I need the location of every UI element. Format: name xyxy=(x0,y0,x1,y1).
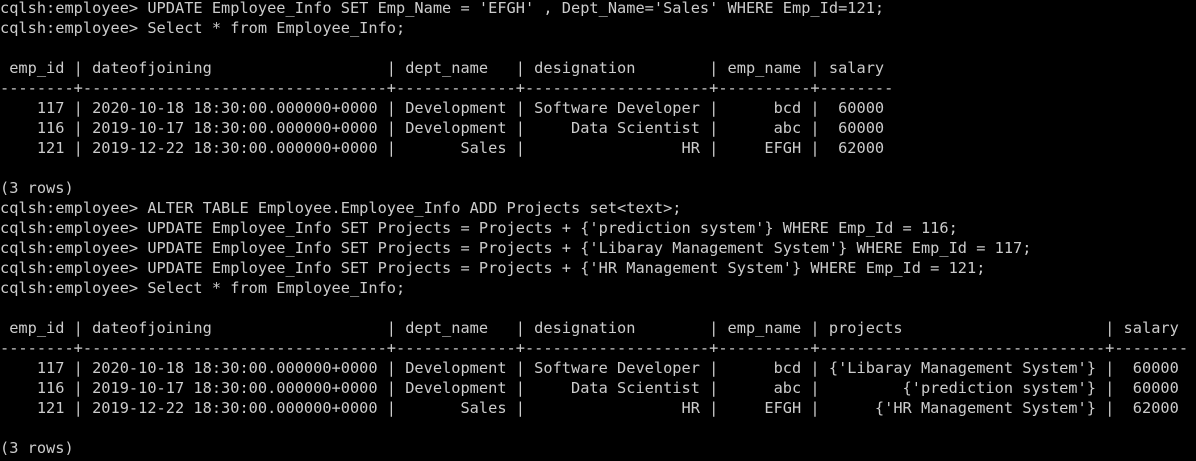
command-line-select-2: cqlsh:employee> Select * from Employee_I… xyxy=(0,279,406,297)
table-row: 121 | 2019-12-22 18:30:00.000000+0000 | … xyxy=(0,139,885,157)
result-table-1-separator: --------+-------------------------------… xyxy=(0,79,894,97)
result-table-1-header: emp_id | dateofjoining | dept_name | des… xyxy=(0,59,885,77)
table-row: 117 | 2020-10-18 18:30:00.000000+0000 | … xyxy=(0,99,885,117)
command-line-select-1: cqlsh:employee> Select * from Employee_I… xyxy=(0,19,406,37)
result-table-2-header: emp_id | dateofjoining | dept_name | des… xyxy=(0,319,1179,337)
command-line-update-emp-name: cqlsh:employee> UPDATE Employee_Info SET… xyxy=(0,0,885,17)
row-count-1: (3 rows) xyxy=(0,179,74,197)
row-count-2: (3 rows) xyxy=(0,439,74,457)
terminal-window[interactable]: cqlsh:employee> UPDATE Employee_Info SET… xyxy=(0,0,1196,461)
command-line-alter-table: cqlsh:employee> ALTER TABLE Employee.Emp… xyxy=(0,199,682,217)
table-row: 121 | 2019-12-22 18:30:00.000000+0000 | … xyxy=(0,399,1179,417)
command-line-update-117: cqlsh:employee> UPDATE Employee_Info SET… xyxy=(0,239,1032,257)
command-line-update-116: cqlsh:employee> UPDATE Employee_Info SET… xyxy=(0,219,958,237)
command-line-update-121: cqlsh:employee> UPDATE Employee_Info SET… xyxy=(0,259,986,277)
result-table-2-separator: --------+-------------------------------… xyxy=(0,339,1189,357)
table-row: 116 | 2019-10-17 18:30:00.000000+0000 | … xyxy=(0,119,885,137)
table-row: 116 | 2019-10-17 18:30:00.000000+0000 | … xyxy=(0,379,1179,397)
table-row: 117 | 2020-10-18 18:30:00.000000+0000 | … xyxy=(0,359,1179,377)
